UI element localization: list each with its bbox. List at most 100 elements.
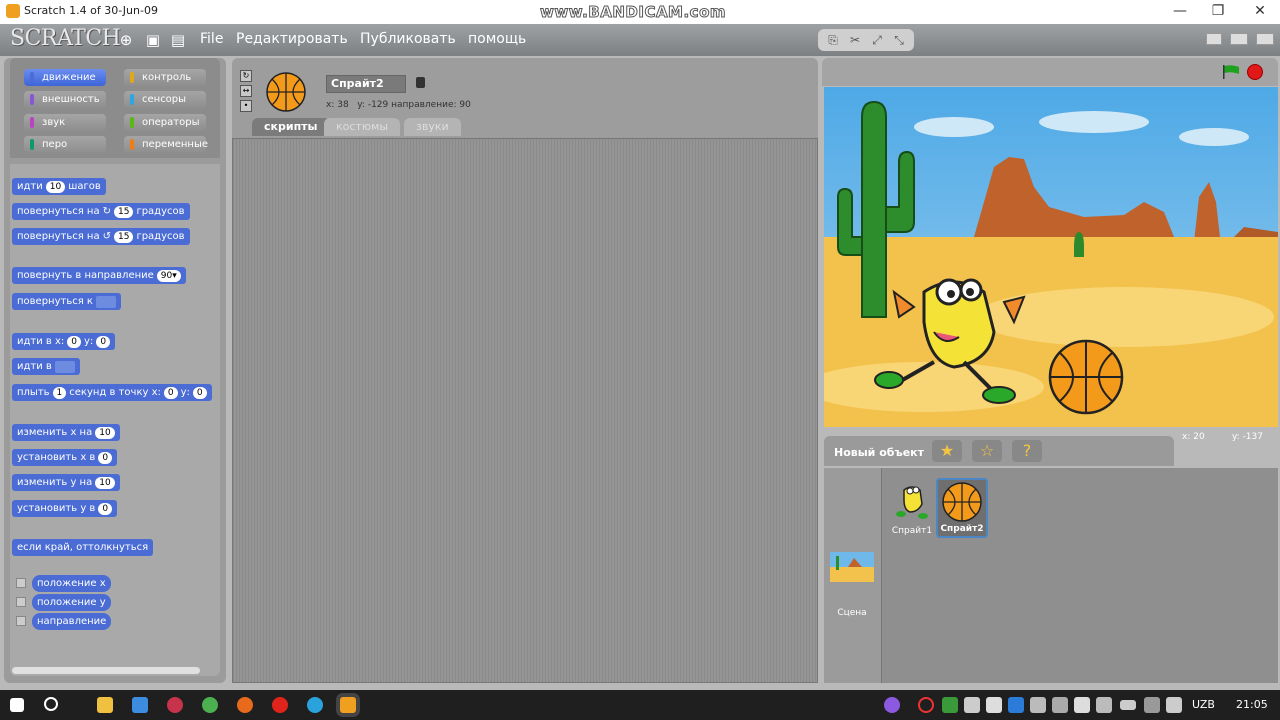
block-goto-xy[interactable]: идти в х: 0 у: 0: [12, 333, 116, 350]
store-icon[interactable]: [132, 697, 148, 713]
block-input[interactable]: 15: [113, 205, 134, 218]
block-set-y[interactable]: установить у в 0: [12, 500, 118, 517]
block-bounce-edge[interactable]: если край, оттолкнуться: [12, 539, 154, 556]
block-point-direction[interactable]: повернуть в направление 90▾: [12, 267, 186, 284]
sprite-item-sprite1[interactable]: Спрайт1: [888, 480, 936, 538]
grow-icon[interactable]: ⤢: [868, 32, 886, 48]
block-input[interactable]: 0: [67, 335, 82, 348]
block-point-towards[interactable]: повернуться к: [12, 293, 121, 310]
block-change-y[interactable]: изменить у на 10: [12, 474, 120, 491]
opera-icon[interactable]: [272, 697, 288, 713]
reporter-x-position[interactable]: положение х: [32, 575, 111, 592]
yandex-icon[interactable]: [167, 697, 183, 713]
stage-thumbnail[interactable]: Сцена: [828, 552, 876, 618]
tab-sounds[interactable]: звуки: [404, 118, 461, 136]
block-input[interactable]: 0: [98, 502, 113, 515]
input-language[interactable]: UZB: [1192, 698, 1215, 711]
rotation-none-icon[interactable]: •: [240, 100, 252, 112]
block-dropdown[interactable]: [95, 295, 116, 308]
firefox-icon[interactable]: [237, 697, 253, 713]
share-icon[interactable]: ▤: [170, 32, 186, 48]
close-button[interactable]: ✕: [1240, 1, 1280, 21]
scripts-area[interactable]: [232, 138, 818, 683]
paint-sprite-icon[interactable]: ★: [932, 440, 962, 462]
block-input[interactable]: 0: [98, 451, 113, 464]
checkbox-x-position[interactable]: [16, 578, 26, 588]
windows-start-icon[interactable]: [10, 698, 24, 712]
tray-wifi-icon[interactable]: [1052, 697, 1068, 713]
category-looks[interactable]: внешность: [24, 91, 106, 108]
category-pen[interactable]: перо: [24, 136, 106, 153]
block-input[interactable]: 0: [192, 386, 207, 399]
presentation-mode-icon[interactable]: [1256, 33, 1274, 45]
block-goto[interactable]: идти в: [12, 358, 80, 375]
block-input[interactable]: 0: [163, 386, 178, 399]
block-turn-left[interactable]: повернуться на ↺ 15 градусов: [12, 228, 190, 245]
block-input[interactable]: 0: [96, 335, 111, 348]
globe-icon[interactable]: ⊕: [118, 32, 134, 48]
shrink-icon[interactable]: ⤡: [890, 32, 908, 48]
tray-excel-icon[interactable]: [942, 697, 958, 713]
telegram-icon[interactable]: [307, 697, 323, 713]
maximize-button[interactable]: ❐: [1198, 1, 1238, 21]
block-input[interactable]: 10: [95, 426, 115, 439]
stop-icon[interactable]: [1247, 64, 1263, 80]
block-turn-right[interactable]: повернуться на ↻ 15 градусов: [12, 203, 190, 220]
delete-icon[interactable]: ✂: [846, 32, 864, 48]
bandicam-record-icon[interactable]: [918, 697, 934, 713]
duplicate-icon[interactable]: ⎘: [824, 32, 842, 48]
block-input[interactable]: 10: [45, 180, 66, 193]
category-operators[interactable]: операторы: [124, 114, 206, 131]
sprite-item-sprite2[interactable]: Спрайт2: [936, 478, 988, 538]
rotation-full-icon[interactable]: ↻: [240, 70, 252, 82]
tray-yandex-icon[interactable]: [1074, 697, 1090, 713]
category-control[interactable]: контроль: [124, 69, 206, 86]
block-input[interactable]: 15: [113, 230, 134, 243]
tray-app-icon[interactable]: [884, 697, 900, 713]
block-glide[interactable]: плыть 1 секунд в точку х: 0 у: 0: [12, 384, 212, 401]
scratch-taskbar-icon[interactable]: [340, 697, 356, 713]
normal-stage-icon[interactable]: [1230, 33, 1248, 45]
sprite-name-field[interactable]: Спрайт2: [326, 75, 406, 93]
block-move-steps[interactable]: идти 10 шагов: [12, 178, 106, 195]
category-motion[interactable]: движение: [24, 69, 106, 86]
tray-usb-icon[interactable]: [986, 697, 1002, 713]
search-icon[interactable]: [44, 697, 58, 711]
reporter-direction[interactable]: направление: [32, 613, 112, 630]
minimize-button[interactable]: —: [1160, 1, 1200, 21]
menu-share[interactable]: Публиковать: [360, 31, 456, 47]
category-sound[interactable]: звук: [24, 114, 106, 131]
choose-sprite-icon[interactable]: ☆: [972, 440, 1002, 462]
small-stage-icon[interactable]: [1206, 33, 1222, 45]
rotation-flip-icon[interactable]: ↔: [240, 85, 252, 97]
block-set-x[interactable]: установить х в 0: [12, 449, 118, 466]
battery-icon[interactable]: [1120, 700, 1136, 710]
network-icon[interactable]: [1144, 697, 1160, 713]
tab-scripts[interactable]: скрипты: [252, 118, 330, 136]
block-dropdown[interactable]: 90▾: [156, 269, 181, 282]
notifications-icon[interactable]: [1166, 697, 1182, 713]
chrome-icon[interactable]: [202, 697, 218, 713]
category-sensing[interactable]: сенсоры: [124, 91, 206, 108]
checkbox-y-position[interactable]: [16, 597, 26, 607]
save-icon[interactable]: ▣: [145, 32, 161, 48]
menu-help[interactable]: помощь: [468, 31, 526, 47]
system-clock[interactable]: 21:05: [1236, 698, 1268, 711]
menu-edit[interactable]: Редактировать: [236, 31, 348, 47]
block-dropdown[interactable]: [54, 360, 75, 373]
reporter-y-position[interactable]: положение у: [32, 594, 111, 611]
file-explorer-icon[interactable]: [97, 697, 113, 713]
menu-file[interactable]: File: [200, 31, 223, 47]
tray-connection-icon[interactable]: [1096, 697, 1112, 713]
block-input[interactable]: 1: [52, 386, 67, 399]
tab-costumes[interactable]: костюмы: [324, 118, 401, 136]
checkbox-direction[interactable]: [16, 616, 26, 626]
block-input[interactable]: 10: [95, 476, 115, 489]
tray-network-app-icon[interactable]: [1008, 697, 1024, 713]
green-flag-icon[interactable]: [1222, 65, 1240, 79]
random-sprite-icon[interactable]: ?: [1012, 440, 1042, 462]
stage-canvas[interactable]: [824, 87, 1278, 427]
category-variables[interactable]: переменные: [124, 136, 208, 153]
tray-shield-icon[interactable]: [964, 697, 980, 713]
block-change-x[interactable]: изменить х на 10: [12, 424, 120, 441]
